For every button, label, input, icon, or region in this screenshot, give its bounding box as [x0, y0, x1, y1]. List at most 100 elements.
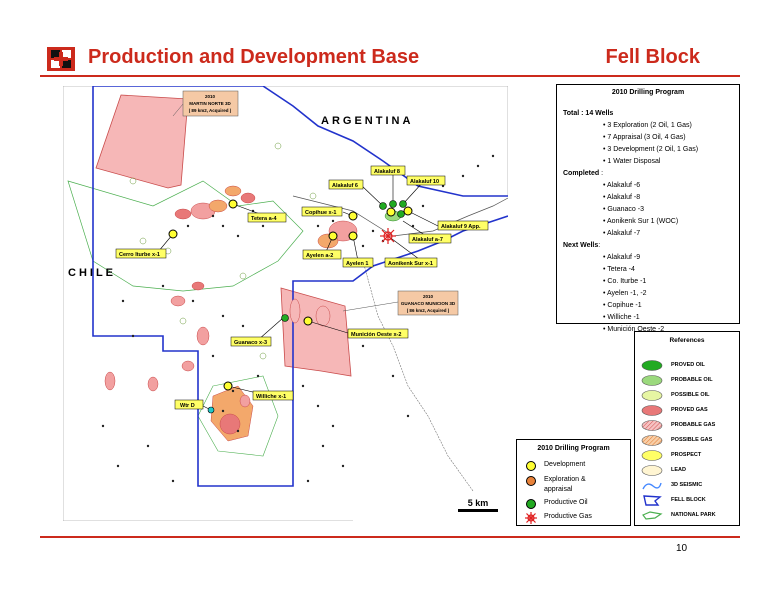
exploration-well-icon: [526, 476, 536, 486]
completed-item: • Alakaluf -7: [603, 230, 641, 237]
svg-text:Copihue x-1: Copihue x-1: [305, 210, 336, 216]
seismic-note-name: MARTIN NORTE 3D: [189, 101, 231, 106]
country-label-argentina: ARGENTINA: [321, 115, 413, 127]
drilling-program-summary: 2010 Drilling Program Total : 14 Wells •…: [556, 84, 740, 333]
svg-text:Ayelen a-2: Ayelen a-2: [306, 253, 333, 259]
ref-3d-seismic: 3D SEISMIC: [641, 478, 702, 492]
well-label-alakaluf-6: Alakaluf 6: [328, 179, 364, 190]
seismic-note-detail: ( 89 km2, Acquired ): [189, 108, 232, 113]
possible-gas-icon: [641, 434, 663, 446]
page-number: 10: [676, 543, 688, 554]
svg-text:Alakaluf a-7: Alakaluf a-7: [412, 237, 443, 243]
prospect-icon: [641, 449, 663, 461]
well-label-aonikenk-sur-x-1: Aonikenk Sur x-1: [384, 257, 438, 268]
probable-oil-icon: [641, 374, 663, 386]
development-well-icon: [526, 461, 536, 471]
ref-fell-block: FELL BLOCK: [641, 493, 706, 507]
seismic-line-icon: [642, 482, 662, 489]
legend-title: 2010 Drilling Program: [537, 445, 610, 452]
country-label-chile: CHILE: [68, 267, 116, 279]
well-label-guanaco-x-3: Guanaco x-3: [230, 336, 272, 347]
ref-prospect: PROSPECT: [641, 448, 701, 462]
legend-development: Development: [525, 460, 585, 472]
company-logo-icon: [47, 47, 75, 71]
references-legend: References PROVED OIL PROBABLE OIL POSSI…: [634, 331, 740, 526]
summary-breakdown-item: • 3 Development (2 Oil, 1 Gas): [603, 146, 699, 153]
svg-text:Alakaluf 8: Alakaluf 8: [374, 169, 400, 175]
summary-breakdown-item: • 7 Appraisal (3 Oil, 4 Gas): [603, 134, 686, 141]
legend-exploration: Exploration & appraisal: [525, 475, 604, 495]
svg-text:Alakaluf 10: Alakaluf 10: [410, 179, 439, 185]
ref-possible-oil: POSSIBLE OIL: [641, 388, 710, 402]
possible-oil-icon: [641, 389, 663, 401]
completed-item: • Guanaco -3: [603, 206, 644, 213]
next-well-item: • Tetera -4: [603, 266, 635, 273]
seismic-note-detail: ( 86 km2, Acquired ): [407, 308, 450, 313]
summary-title: 2010 Drilling Program: [611, 89, 685, 96]
lead-icon: [641, 464, 663, 476]
well-label-williche-x-1: Williche x-1: [252, 390, 294, 401]
well-label-alakaluf-10: Alakaluf 10: [406, 175, 446, 186]
ref-probable-oil: PROBABLE OIL: [641, 373, 713, 387]
next-well-item: • Alakaluf -9: [603, 254, 641, 261]
ref-proved-oil: PROVED OIL: [641, 358, 705, 372]
scale-bar: 5 km: [458, 498, 498, 512]
scale-bar-line: [458, 509, 498, 512]
scale-label: 5 km: [467, 498, 489, 508]
next-wells-heading: Next Wells:: [563, 242, 601, 249]
summary-breakdown-item: • 3 Exploration (2 Oil, 1 Gas): [603, 122, 692, 129]
seismic-note-martin-norte: 2010 MARTIN NORTE 3D ( 89 km2, Acquired …: [182, 90, 239, 117]
svg-text:Ayelen 1: Ayelen 1: [346, 261, 368, 267]
completed-item: • Alakaluf -6: [603, 182, 641, 189]
well-label-copihue-x-1: Copihue x-1: [301, 206, 343, 217]
drilling-symbol-legend: 2010 Drilling Program Development Explor…: [516, 439, 631, 526]
national-park-icon: [642, 510, 663, 520]
svg-text:Alakaluf 9 App.: Alakaluf 9 App.: [441, 224, 481, 230]
productive-oil-icon: [526, 499, 536, 509]
seismic-note-year: 2010: [205, 94, 216, 99]
well-label-alakaluf-8: Alakaluf 8: [370, 165, 406, 176]
summary-total: Total : 14 Wells: [563, 110, 614, 117]
legend-productive-gas: Productive Gas: [525, 512, 592, 524]
well-label-ayelen-1: Ayelen 1: [342, 257, 374, 268]
svg-text:Aonikenk Sur x-1: Aonikenk Sur x-1: [388, 261, 433, 267]
productive-gas-icon: [525, 512, 537, 524]
next-well-item: • Co. Iturbe -1: [603, 278, 647, 285]
summary-breakdown-item: • 1 Water Disposal: [603, 158, 661, 165]
footer-divider: [40, 536, 740, 538]
ref-possible-gas: POSSIBLE GAS: [641, 433, 712, 447]
svg-text:Alakaluf 6: Alakaluf 6: [332, 183, 358, 189]
next-well-item: • Williche -1: [603, 314, 640, 321]
svg-text:Tetera a-4: Tetera a-4: [251, 216, 278, 222]
completed-heading: Completed :: [563, 170, 604, 177]
seismic-note-name: GUANACO MUNICION 3D: [401, 301, 456, 306]
well-label-alakaluf-9-app: Alakaluf 9 App.: [437, 220, 489, 231]
ref-proved-gas: PROVED GAS: [641, 403, 708, 417]
block-title: Fell Block: [605, 46, 700, 68]
productive-gas-well: [380, 228, 396, 244]
completed-item: • Aonikenk Sur 1 (WOC): [603, 218, 679, 225]
probable-gas-icon: [641, 419, 663, 431]
seismic-note-year: 2010: [423, 294, 434, 299]
well-label-tetera-a-4: Tetera a-4: [247, 212, 287, 223]
ref-lead: LEAD: [641, 463, 686, 477]
svg-text:Williche x-1: Williche x-1: [256, 394, 286, 400]
fell-block-icon: [643, 494, 662, 506]
ref-probable-gas: PROBABLE GAS: [641, 418, 715, 432]
proved-oil-icon: [641, 359, 663, 371]
svg-text:Cerro Iturbe x-1: Cerro Iturbe x-1: [119, 252, 160, 258]
references-title: References: [669, 337, 705, 344]
header-divider: [40, 75, 740, 77]
seismic-note-guanaco-municion: 2010 GUANACO MUNICION 3D ( 86 km2, Acqui…: [397, 290, 459, 316]
well-label-municion-oeste-x-2: Munición Oeste x-2: [347, 328, 409, 339]
next-well-item: • Ayelen -1, -2: [603, 290, 647, 297]
well-label-alakaluf-a-7: Alakaluf a-7: [408, 233, 452, 244]
well-label-wtr-d: Wtr D: [174, 399, 204, 410]
svg-text:Wtr D: Wtr D: [180, 403, 195, 409]
proved-gas-icon: [641, 404, 663, 416]
svg-text:Munición Oeste x-2: Munición Oeste x-2: [351, 332, 401, 338]
svg-text:Guanaco x-3: Guanaco x-3: [234, 340, 267, 346]
water-well: [207, 406, 215, 414]
next-well-item: • Copihue -1: [603, 302, 642, 309]
well-label-ayelen-a-2: Ayelen a-2: [302, 249, 342, 260]
